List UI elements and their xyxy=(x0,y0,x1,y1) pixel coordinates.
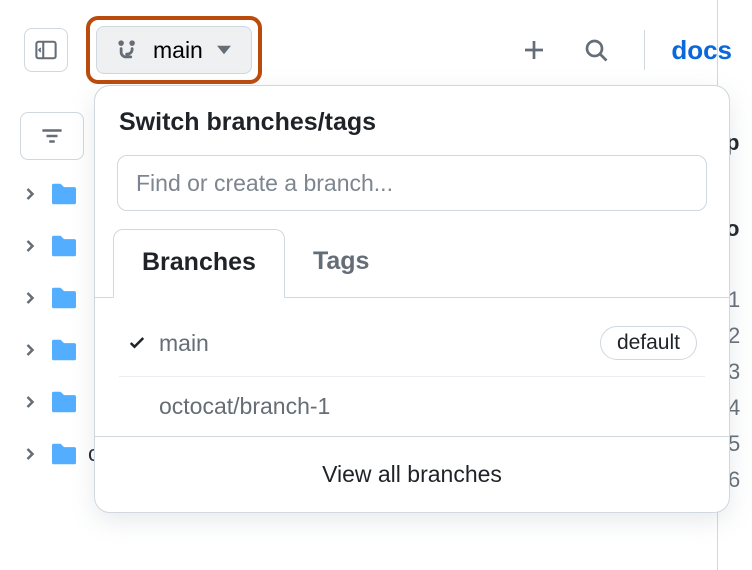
branch-button-highlight: main xyxy=(86,16,262,84)
folder-icon xyxy=(50,234,78,258)
chevron-right-icon xyxy=(20,392,40,412)
branch-search-input[interactable] xyxy=(117,155,707,211)
branch-switcher-popover: Switch branches/tags Branches Tags main … xyxy=(94,85,730,513)
folder-icon xyxy=(50,286,78,310)
chevron-right-icon xyxy=(20,340,40,360)
chevron-right-icon xyxy=(20,236,40,256)
filter-icon xyxy=(41,127,63,145)
check-icon xyxy=(127,333,147,353)
filter-button[interactable] xyxy=(20,112,84,160)
default-badge: default xyxy=(600,326,697,360)
sidebar-toggle-button[interactable] xyxy=(24,28,68,72)
chevron-right-icon xyxy=(20,444,40,464)
view-all-branches-link[interactable]: View all branches xyxy=(95,436,729,512)
panel-collapse-icon xyxy=(35,39,57,61)
branch-item[interactable]: main default xyxy=(119,310,705,377)
branch-name: octocat/branch-1 xyxy=(159,393,330,420)
search-button[interactable] xyxy=(574,28,618,72)
add-button[interactable] xyxy=(512,28,556,72)
branch-name: main xyxy=(159,330,209,357)
branch-selector-button[interactable]: main xyxy=(96,26,252,74)
tab-branches[interactable]: Branches xyxy=(113,229,285,298)
popover-tabs: Branches Tags xyxy=(95,229,729,298)
branch-selector-label: main xyxy=(153,37,203,64)
folder-icon xyxy=(50,338,78,362)
branch-list: main default octocat/branch-1 xyxy=(95,298,729,436)
folder-icon xyxy=(50,390,78,414)
folder-icon xyxy=(50,182,78,206)
search-icon xyxy=(584,38,608,62)
plus-icon xyxy=(522,38,546,62)
branch-item[interactable]: octocat/branch-1 xyxy=(119,377,705,436)
git-branch-icon xyxy=(117,39,139,61)
popover-title: Switch branches/tags xyxy=(95,108,729,155)
divider xyxy=(644,30,645,70)
folder-icon xyxy=(50,442,78,466)
chevron-right-icon xyxy=(20,184,40,204)
caret-down-icon xyxy=(217,43,231,57)
chevron-right-icon xyxy=(20,288,40,308)
tab-tags[interactable]: Tags xyxy=(285,229,398,297)
